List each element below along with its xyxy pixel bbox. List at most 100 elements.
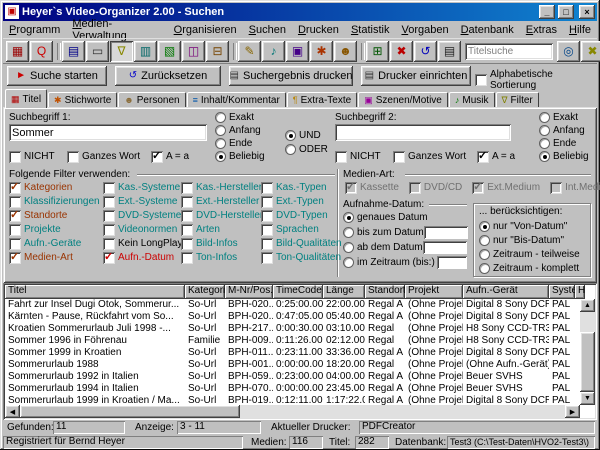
date-input-bis-zum-datum[interactable] — [424, 226, 468, 239]
column-header-länge[interactable]: Länge — [323, 285, 365, 299]
media-list-icon[interactable]: ▤ — [62, 41, 85, 62]
clear-search-icon[interactable]: ✖ — [581, 41, 600, 62]
filter-dvd-typen[interactable]: DVD-Typen — [261, 209, 337, 222]
date-radio-bis-zum-datum[interactable]: bis zum Datum — [343, 226, 424, 239]
persons-icon[interactable]: ☻ — [334, 41, 357, 62]
search-term2-input[interactable] — [335, 124, 511, 141]
menu-item-vorgaben[interactable]: Vorgaben — [395, 23, 454, 37]
scroll-left-button[interactable]: ◀ — [5, 405, 20, 418]
table-row[interactable]: Sommerurlaub 1992 in ItalienSo-UrlBPH-05… — [5, 371, 580, 383]
scenes-icon[interactable]: ▣ — [286, 41, 309, 62]
video-overview-icon[interactable]: ▦ — [6, 41, 29, 62]
media-art-kassette[interactable]: ✓Kassette — [345, 181, 399, 194]
case-checkbox-1[interactable]: ✓A = a — [151, 150, 189, 163]
date-radio-genaues-datum[interactable]: genaues Datum — [343, 211, 428, 224]
filter-ext-systeme[interactable]: Ext.-Systeme — [103, 195, 181, 208]
title-search-input[interactable] — [465, 43, 553, 60]
whole-word-checkbox-1[interactable]: Ganzes Wort — [67, 150, 140, 163]
table-row[interactable]: Sommerurlaub 1994 in ItalienSo-UrlBPH-07… — [5, 383, 580, 395]
filter-klassifizierungen[interactable]: Klassifizierungen — [9, 195, 103, 208]
case-checkbox-2[interactable]: ✓A = a — [477, 150, 515, 163]
search-icon[interactable]: ∇ — [110, 41, 133, 62]
date-radio-im-zeitraum-bis[interactable]: im Zeitraum (bis:) — [343, 256, 435, 269]
menu-item-suchen[interactable]: Suchen — [243, 23, 292, 37]
presets-icon[interactable]: ◫ — [182, 41, 205, 62]
reset-button[interactable]: ↺Zurücksetzen — [115, 66, 221, 86]
find-title-icon[interactable]: ◎ — [557, 41, 580, 62]
tab-szenen-motive[interactable]: ▣Szenen/Motive — [358, 92, 448, 108]
column-header-system[interactable]: System — [549, 285, 575, 299]
filter-standorte[interactable]: ✓Standorte — [9, 209, 103, 222]
close-button[interactable]: × — [579, 5, 595, 19]
table-row[interactable]: Sommerurlaub 1988So-UrlBPH-001...0:00:00… — [5, 359, 580, 371]
combine-oder[interactable]: ODER — [285, 143, 328, 156]
music-icon[interactable]: ♪ — [262, 41, 285, 62]
filter-videonormen[interactable]: Videonormen — [103, 223, 181, 236]
horizontal-scroll-track[interactable] — [20, 405, 565, 418]
consider-zeitraum-teilweise[interactable]: Zeitraum - teilweise — [479, 248, 590, 261]
match1-beliebig[interactable]: Beliebig — [215, 150, 265, 163]
date-input-im-zeitraum-bis[interactable] — [437, 256, 467, 269]
match2-exakt[interactable]: Exakt — [539, 111, 578, 124]
column-header-timecode[interactable]: TimeCode — [273, 285, 323, 299]
filter-dvd-hersteller[interactable]: DVD-Hersteller — [181, 209, 261, 222]
filter-kategorien[interactable]: ✓Kategorien — [9, 181, 103, 194]
tab-titel[interactable]: ▦Titel — [5, 89, 47, 108]
column-header-projekt[interactable]: Projekt — [405, 285, 463, 299]
column-header-aufn-gerät[interactable]: Aufn.-Gerät — [463, 285, 549, 299]
horizontal-scroll-thumb[interactable] — [20, 405, 240, 418]
menu-item-organisieren[interactable]: Organisieren — [168, 23, 243, 37]
delete-icon[interactable]: ✖ — [390, 41, 413, 62]
filter-ton-qualitäten[interactable]: Ton-Qualitäten — [261, 251, 337, 264]
match1-ende[interactable]: Ende — [215, 137, 252, 150]
consider-nur-von-datum[interactable]: nur "Von-Datum" — [479, 220, 590, 233]
alphabetical-sort-checkbox[interactable]: Alphabetische Sortierung — [475, 69, 597, 91]
filter-dvd-systeme[interactable]: DVD-Systeme — [103, 209, 181, 222]
filter-aufn-geräte[interactable]: Aufn.-Geräte — [9, 237, 103, 250]
copy-icon[interactable]: ⊞ — [366, 41, 389, 62]
match1-anfang[interactable]: Anfang — [215, 124, 261, 137]
table-row[interactable]: Fahrt zur Insel Dugi Otok, Sommerur...So… — [5, 299, 580, 311]
not-checkbox-2[interactable]: NICHT — [335, 150, 381, 163]
table-row[interactable]: Sommer 1999 in KroatienSo-UrlBPH-011...0… — [5, 347, 580, 359]
filter-ext-typen[interactable]: Ext.-Typen — [261, 195, 337, 208]
minimize-button[interactable]: _ — [539, 5, 555, 19]
edit-icon[interactable]: ✎ — [238, 41, 261, 62]
cassette-icon[interactable]: ▭ — [86, 41, 109, 62]
table-row[interactable]: Sommerurlaub 1999 in Kroatien / Ma...So-… — [5, 395, 580, 405]
consider-nur-bis-datum[interactable]: nur "Bis-Datum" — [479, 234, 590, 247]
start-search-button[interactable]: ►Suche starten — [7, 66, 107, 86]
keywords-icon[interactable]: ✱ — [310, 41, 333, 62]
match2-beliebig[interactable]: Beliebig — [539, 150, 589, 163]
menu-item-statistik[interactable]: Statistik — [345, 23, 396, 37]
database-icon[interactable]: ⊟ — [206, 41, 229, 62]
filter-ton-infos[interactable]: Ton-Infos — [181, 251, 261, 264]
filter-projekte[interactable]: Projekte — [9, 223, 103, 236]
filter-bild-infos[interactable]: Bild-Infos — [181, 237, 261, 250]
not-checkbox-1[interactable]: NICHT — [9, 150, 55, 163]
scroll-down-button[interactable]: ▼ — [580, 392, 595, 405]
printer-icon[interactable]: ▤ — [438, 41, 461, 62]
filter-arten[interactable]: Arten — [181, 223, 261, 236]
tab-filter[interactable]: ∇Filter — [496, 92, 539, 108]
filter-kas-hersteller[interactable]: Kas.-Hersteller — [181, 181, 261, 194]
scroll-right-button[interactable]: ▶ — [565, 405, 580, 418]
table-row[interactable]: Sommer 1996 in FöhrenauFamilieBPH-009...… — [5, 335, 580, 347]
tab-inhalt-kommentar[interactable]: ≡Inhalt/Kommentar — [187, 92, 286, 108]
printer-setup-button[interactable]: ▤Drucker einrichten — [361, 66, 471, 86]
title-quick-search-icon[interactable]: Q — [30, 41, 53, 62]
filter-kas-typen[interactable]: Kas.-Typen — [261, 181, 337, 194]
combine-und[interactable]: UND — [285, 129, 321, 142]
filter-kas-systeme[interactable]: Kas.-Systeme — [103, 181, 181, 194]
media-art-ext-medium[interactable]: ✓Ext.Medium — [472, 181, 540, 194]
whole-word-checkbox-2[interactable]: Ganzes Wort — [393, 150, 466, 163]
menu-item-datenbank[interactable]: Datenbank — [455, 23, 520, 37]
table-row[interactable]: Kroatien Sommerurlaub Juli 1998 -...So-U… — [5, 323, 580, 335]
media-art-int-medium[interactable]: Int.Medium — [550, 181, 600, 194]
horizontal-scrollbar[interactable]: ◀ ▶ — [5, 405, 580, 418]
maximize-button[interactable]: □ — [558, 5, 574, 19]
column-header-h[interactable]: H — [575, 285, 585, 299]
date-radio-ab-dem-datum[interactable]: ab dem Datum — [343, 241, 423, 254]
undo-icon[interactable]: ↺ — [414, 41, 437, 62]
match2-ende[interactable]: Ende — [539, 137, 576, 150]
